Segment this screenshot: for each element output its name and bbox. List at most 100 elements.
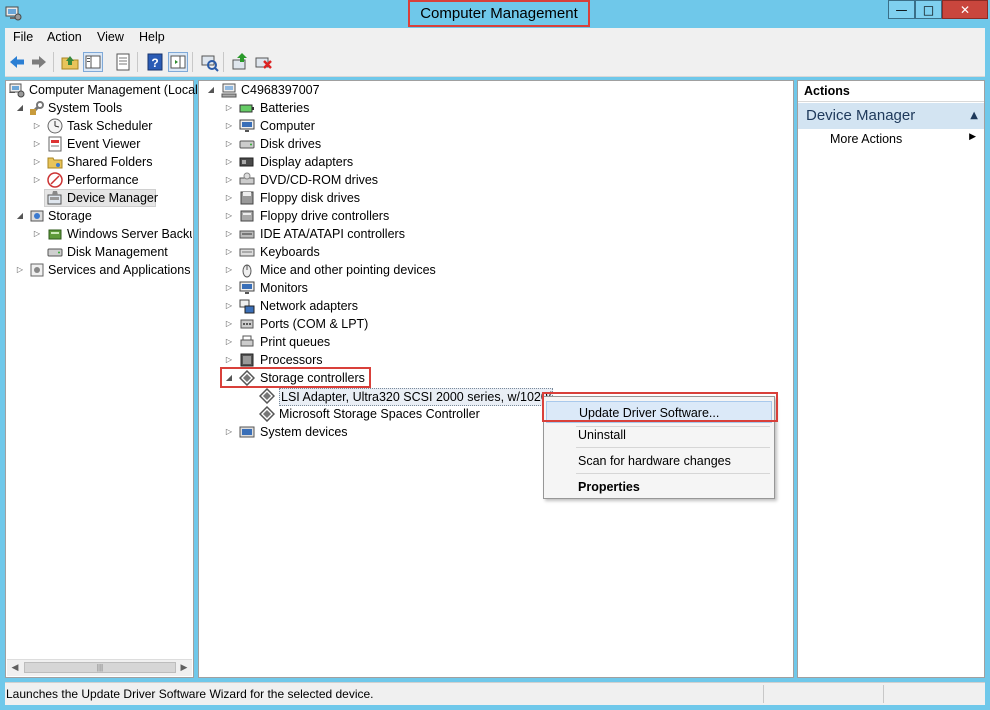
device-category-dvd-cd-rom-drives[interactable]: ▷ DVD/CD-ROM drives xyxy=(199,171,789,189)
close-button[interactable]: ✕ xyxy=(942,0,988,19)
menu-item-uninstall[interactable]: Uninstall xyxy=(546,424,772,446)
expander-icon[interactable]: ▷ xyxy=(224,207,234,225)
expander-icon[interactable]: ▷ xyxy=(224,117,234,135)
device-category-mice-and-other-pointing-devices[interactable]: ▷ Mice and other pointing devices xyxy=(199,261,789,279)
floppy-controller-icon xyxy=(239,208,255,224)
menu-item-properties[interactable]: Properties xyxy=(546,476,772,498)
horizontal-scrollbar[interactable]: ◀ ||| ▶ xyxy=(7,659,192,676)
uninstall-device-icon[interactable] xyxy=(253,52,273,72)
tree-item-label: Keyboards xyxy=(260,245,320,259)
minimize-button[interactable]: — xyxy=(888,0,915,19)
expander-icon[interactable]: ▷ xyxy=(224,189,234,207)
title-bar: Computer Management — □ ✕ xyxy=(0,0,990,27)
device-tree-root[interactable]: ◢ C4968397007 xyxy=(199,81,789,99)
device-category-display-adapters[interactable]: ▷ Display adapters xyxy=(199,153,789,171)
device-category-keyboards[interactable]: ▷ Keyboards xyxy=(199,243,789,261)
expander-icon[interactable]: ▷ xyxy=(224,423,234,441)
menu-file[interactable]: File xyxy=(13,30,33,44)
device-category-network-adapters[interactable]: ▷ Network adapters xyxy=(199,297,789,315)
port-icon xyxy=(239,316,255,332)
tree-item-disk-management[interactable]: Disk Management xyxy=(6,243,192,261)
tree-item-shared-folders[interactable]: ▷ Shared Folders xyxy=(6,153,192,171)
device-category-print-queues[interactable]: ▷ Print queues xyxy=(199,333,789,351)
tree-item-system-tools[interactable]: ◢ System Tools xyxy=(6,99,192,117)
tree-item-services-and-applications[interactable]: ▷ Services and Applications xyxy=(6,261,192,279)
tree-item-label: IDE ATA/ATAPI controllers xyxy=(260,227,405,241)
expander-icon[interactable]: ▷ xyxy=(224,225,234,243)
expander-icon[interactable]: ▷ xyxy=(32,225,42,243)
tree-item-windows-server-backup[interactable]: ▷ Windows Server Backup xyxy=(6,225,192,243)
update-driver-icon[interactable] xyxy=(230,52,250,72)
tree-item-event-viewer[interactable]: ▷ Event Viewer xyxy=(6,135,192,153)
tree-item-label: Print queues xyxy=(260,335,331,349)
tree-item-label: C4968397007 xyxy=(241,83,320,97)
tree-item-label: Disk drives xyxy=(260,137,322,151)
tree-item-label: Shared Folders xyxy=(67,155,153,169)
expander-icon[interactable]: ▷ xyxy=(224,243,234,261)
tree-item-device-manager[interactable]: Device Manager xyxy=(44,189,158,207)
expander-icon[interactable]: ▷ xyxy=(32,117,42,135)
forward-arrow-icon[interactable] xyxy=(29,52,49,72)
scroll-right-icon[interactable]: ▶ xyxy=(176,660,192,676)
device-category-computer[interactable]: ▷ Computer xyxy=(199,117,789,135)
actions-header: Actions xyxy=(798,81,984,102)
scroll-left-icon[interactable]: ◀ xyxy=(7,660,23,676)
expander-icon[interactable]: ▷ xyxy=(224,315,234,333)
menu-help[interactable]: Help xyxy=(139,30,165,44)
expander-icon[interactable]: ▷ xyxy=(32,153,42,171)
tree-item-computer-management[interactable]: ◢ Computer Management (Local xyxy=(6,81,198,99)
expander-icon[interactable]: ▷ xyxy=(224,279,234,297)
expander-icon[interactable]: ◢ xyxy=(15,207,25,225)
device-category-floppy-drive-controllers[interactable]: ▷ Floppy drive controllers xyxy=(199,207,789,225)
scan-hardware-icon[interactable] xyxy=(199,52,219,72)
help-icon[interactable]: ? xyxy=(145,52,165,72)
device-category-ide-ata-atapi-controllers[interactable]: ▷ IDE ATA/ATAPI controllers xyxy=(199,225,789,243)
scroll-thumb[interactable]: ||| xyxy=(24,662,176,673)
expander-icon[interactable]: ▷ xyxy=(15,261,25,279)
tree-item-label: Floppy drive controllers xyxy=(260,209,390,223)
expander-icon[interactable]: ▷ xyxy=(32,171,42,189)
expander-icon[interactable]: ▷ xyxy=(224,333,234,351)
maximize-button[interactable]: □ xyxy=(915,0,942,19)
printer-icon xyxy=(239,334,255,350)
show-hide-tree-icon[interactable] xyxy=(83,52,103,72)
actions-section-device-manager[interactable]: Device Manager ▲ xyxy=(798,103,984,129)
tree-item-performance[interactable]: ▷ Performance xyxy=(6,171,192,189)
expander-icon[interactable]: ▷ xyxy=(32,135,42,153)
computer-management-app-icon[interactable] xyxy=(4,4,22,22)
ide-controller-icon xyxy=(239,226,255,242)
expander-icon[interactable]: ◢ xyxy=(206,81,216,99)
expander-icon[interactable]: ▷ xyxy=(224,171,234,189)
tree-item-label: Task Scheduler xyxy=(67,119,153,133)
expander-icon[interactable]: ▷ xyxy=(224,99,234,117)
device-category-floppy-disk-drives[interactable]: ▷ Floppy disk drives xyxy=(199,189,789,207)
tree-item-storage[interactable]: ◢ Storage xyxy=(6,207,192,225)
disk-drive-icon xyxy=(239,136,255,152)
expander-icon[interactable]: ▷ xyxy=(224,135,234,153)
menu-view[interactable]: View xyxy=(97,30,124,44)
device-category-batteries[interactable]: ▷ Batteries xyxy=(199,99,789,117)
toolbar-separator xyxy=(223,52,224,72)
collapse-up-icon[interactable]: ▲ xyxy=(970,103,978,129)
battery-icon xyxy=(239,100,255,116)
menu-item-scan-hardware-changes[interactable]: Scan for hardware changes xyxy=(546,450,772,472)
device-category-disk-drives[interactable]: ▷ Disk drives xyxy=(199,135,789,153)
status-bar: Launches the Update Driver Software Wiza… xyxy=(5,682,985,705)
action-pane-icon[interactable] xyxy=(168,52,188,72)
tree-item-task-scheduler[interactable]: ▷ Task Scheduler xyxy=(6,117,192,135)
more-actions-link[interactable]: More Actions xyxy=(830,132,902,146)
expander-icon[interactable]: ▷ xyxy=(224,153,234,171)
properties-icon[interactable] xyxy=(113,52,133,72)
up-folder-icon[interactable] xyxy=(60,52,80,72)
back-arrow-icon[interactable] xyxy=(7,52,27,72)
tree-item-label: Batteries xyxy=(260,101,310,115)
menu-separator xyxy=(576,473,770,474)
device-category-ports-com-lpt[interactable]: ▷ Ports (COM & LPT) xyxy=(199,315,789,333)
tree-item-label: Monitors xyxy=(260,281,308,295)
tree-item-label: Computer Management (Local xyxy=(29,83,198,97)
expander-icon[interactable]: ▷ xyxy=(224,261,234,279)
menu-action[interactable]: Action xyxy=(47,30,82,44)
device-category-monitors[interactable]: ▷ Monitors xyxy=(199,279,789,297)
expander-icon[interactable]: ▷ xyxy=(224,297,234,315)
expander-icon[interactable]: ◢ xyxy=(15,99,25,117)
